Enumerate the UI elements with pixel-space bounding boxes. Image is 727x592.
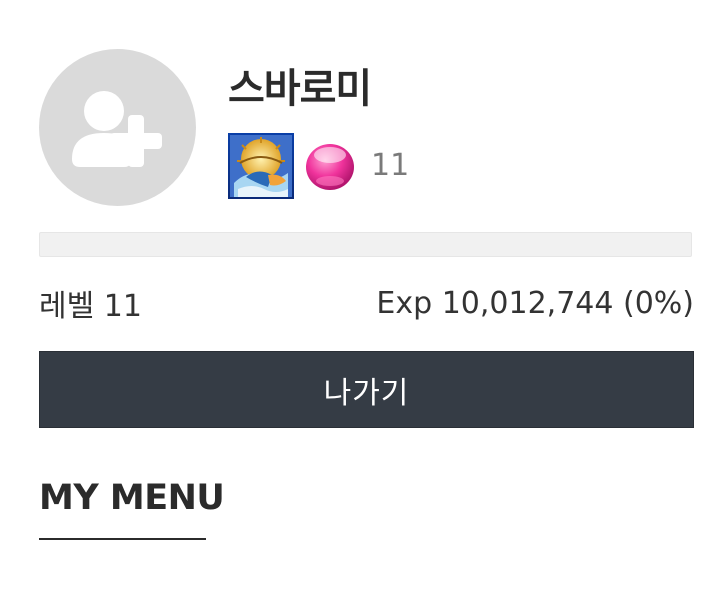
level-row: 레벨 11 Exp 10,012,744 (0%) (39, 281, 694, 325)
level-label: 레벨 11 (39, 289, 142, 324)
my-menu-title: MY MENU (39, 478, 225, 518)
my-menu-underline (39, 538, 206, 540)
profile-panel: 스바로미 11 레벨 11 Exp 10,012,744 (0%) 나가기 MY… (0, 0, 727, 592)
username: 스바로미 (228, 66, 372, 112)
exp-label: Exp 10,012,744 (0%) (376, 285, 694, 321)
class-emblem-icon (228, 133, 294, 199)
gem-count: 11 (371, 148, 410, 183)
exp-progress-bar (39, 232, 692, 257)
add-user-icon (72, 91, 162, 167)
leave-button[interactable]: 나가기 (39, 351, 694, 428)
badge-row: 11 (228, 133, 409, 199)
avatar[interactable] (39, 49, 196, 206)
pink-gem-icon (306, 144, 354, 190)
